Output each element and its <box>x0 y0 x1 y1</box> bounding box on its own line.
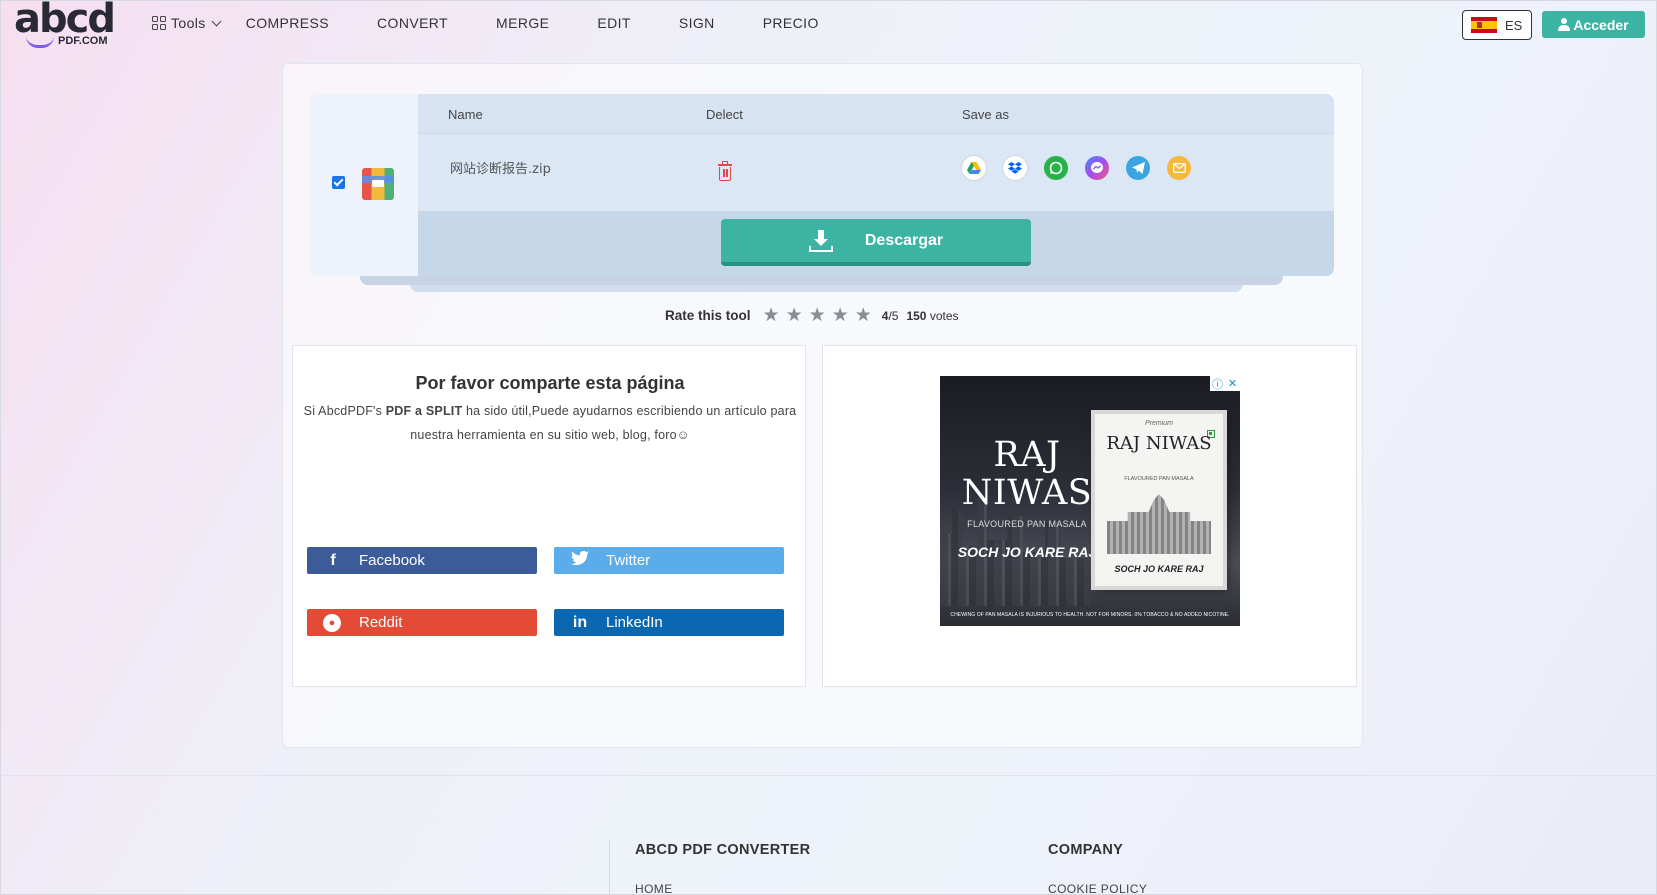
linkedin-label: LinkedIn <box>606 614 663 631</box>
nav-sign[interactable]: SIGN <box>679 15 715 31</box>
footer-column-divider <box>609 839 610 895</box>
logo-swoosh-icon <box>26 36 54 48</box>
ad-container: RAJ NIWAS FLAVOURED PAN MASALA SOCH JO K… <box>822 345 1357 687</box>
share-title: Por favor comparte esta página <box>415 373 685 393</box>
ad-close-icon[interactable]: ✕ <box>1225 376 1240 391</box>
file-name: 网站诊断报告.zip <box>450 162 551 177</box>
ad-product-pack: Premium RAJ NIWAS FLAVOURED PAN MASALA S… <box>1095 414 1223 586</box>
language-selector[interactable]: ES <box>1462 10 1532 40</box>
pack-tagline: FLAVOURED PAN MASALA <box>1124 476 1194 482</box>
reddit-label: Reddit <box>359 614 403 631</box>
pack-slogan: SOCH JO KARE RAJ <box>1114 564 1204 574</box>
twitter-icon <box>570 550 590 570</box>
star-icon-1[interactable]: ★ <box>763 306 780 325</box>
facebook-label: Facebook <box>359 552 425 569</box>
column-delete: Delect <box>706 107 743 122</box>
linkedin-icon: in <box>572 613 588 631</box>
nav-merge[interactable]: MERGE <box>496 15 549 31</box>
google-drive-icon[interactable] <box>962 156 986 180</box>
logo-domain: PDF.COM <box>58 35 108 47</box>
reddit-icon: ● <box>323 613 343 632</box>
ad-tagline: FLAVOURED PAN MASALA <box>967 519 1087 529</box>
user-icon <box>1558 18 1571 31</box>
linkedin-share-button[interactable]: in LinkedIn <box>554 609 784 636</box>
rating-label: Rate this tool <box>665 308 751 323</box>
pack-brand: RAJ NIWAS <box>1106 433 1212 454</box>
download-label: Descargar <box>864 231 944 249</box>
ad-slogan: SOCH JO KARE RAJ <box>957 544 1097 560</box>
star-icon-4[interactable]: ★ <box>832 306 849 325</box>
share-description: Si AbcdPDF's PDF a SPLIT ha sido útil,Pu… <box>303 404 797 442</box>
ad-brand: RAJ NIWAS <box>961 435 1093 513</box>
telegram-icon[interactable] <box>1126 156 1150 180</box>
reddit-share-button[interactable]: ● Reddit <box>307 609 537 636</box>
ad-warning: CHEWING OF PAN MASALA IS INJURIOUS TO HE… <box>950 612 1230 618</box>
column-save-as: Save as <box>962 107 1009 122</box>
star-icon-5[interactable]: ★ <box>855 306 872 325</box>
twitter-label: Twitter <box>606 552 651 569</box>
messenger-icon[interactable] <box>1085 156 1109 180</box>
footer-link-home[interactable]: HOME <box>635 882 673 895</box>
spain-flag-icon <box>1471 17 1497 33</box>
nav-convert[interactable]: CONVERT <box>377 15 448 31</box>
whatsapp-icon[interactable] <box>1044 156 1068 180</box>
save-as-targets <box>962 156 1191 180</box>
footer-col-company-title: COMPANY <box>1048 842 1124 858</box>
footer-divider <box>0 775 1657 776</box>
main-nav: Tools COMPRESS CONVERT MERGE EDIT SIGN P… <box>152 15 867 31</box>
star-icon-3[interactable]: ★ <box>809 306 826 325</box>
file-table-header: Name Delect Save as <box>418 94 1334 134</box>
grid-icon <box>152 16 166 30</box>
rating-votes: 150 votes <box>906 308 959 323</box>
footer-col-converter-title: ABCD PDF CONVERTER <box>635 842 811 858</box>
file-table: Name Delect Save as 网站诊断报告.zip Descargar <box>418 94 1334 276</box>
login-label: Acceder <box>1573 16 1629 33</box>
tools-menu[interactable]: Tools <box>152 15 222 31</box>
tools-label: Tools <box>171 15 206 31</box>
pack-palace-image <box>1107 494 1211 554</box>
delete-trash-icon[interactable] <box>718 161 732 181</box>
chevron-down-icon <box>211 16 222 26</box>
ad-info-icon[interactable]: ⓘ <box>1210 376 1225 391</box>
rating-widget: Rate this tool ★ ★ ★ ★ ★ 4/5 150 votes <box>665 306 959 325</box>
column-name: Name <box>448 107 483 122</box>
file-row: 网站诊断报告.zip <box>418 134 1334 211</box>
facebook-icon: f <box>330 551 336 569</box>
top-header: abcd PDF.COM Tools COMPRESS CONVERT MERG… <box>0 0 1657 50</box>
site-logo[interactable]: abcd PDF.COM <box>14 0 116 50</box>
star-icon-2[interactable]: ★ <box>786 306 803 325</box>
advertisement-banner[interactable]: RAJ NIWAS FLAVOURED PAN MASALA SOCH JO K… <box>940 376 1240 626</box>
nav-edit[interactable]: EDIT <box>597 15 631 31</box>
zip-archive-icon <box>362 168 394 200</box>
dropbox-icon[interactable] <box>1003 156 1027 180</box>
facebook-share-button[interactable]: f Facebook <box>307 547 537 574</box>
pack-premium: Premium <box>1144 420 1173 427</box>
language-code: ES <box>1505 17 1523 33</box>
ad-controls: ⓘ ✕ <box>1210 376 1240 391</box>
email-icon[interactable] <box>1167 156 1191 180</box>
footer-link-cookie-policy[interactable]: COOKIE POLICY <box>1048 882 1147 895</box>
download-icon <box>808 229 833 252</box>
file-checkbox[interactable] <box>332 176 345 189</box>
nav-precio[interactable]: PRECIO <box>763 15 819 31</box>
download-bar: Descargar <box>418 211 1334 276</box>
rating-score: 4/5 <box>881 308 899 323</box>
download-button[interactable]: Descargar <box>721 219 1031 266</box>
twitter-share-button[interactable]: Twitter <box>554 547 784 574</box>
login-button[interactable]: Acceder <box>1542 11 1645 38</box>
share-card: Por favor comparte esta página Si AbcdPD… <box>292 345 806 687</box>
nav-compress[interactable]: COMPRESS <box>246 15 329 31</box>
